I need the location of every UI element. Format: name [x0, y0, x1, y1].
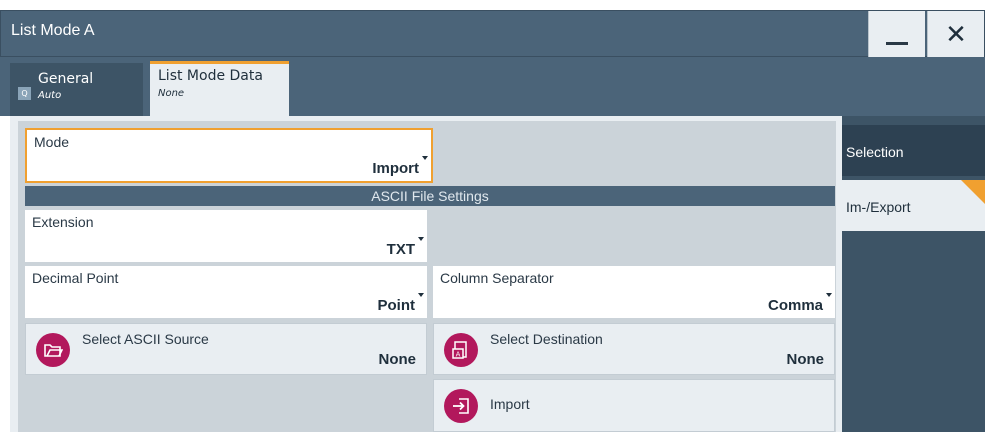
ascii-file-settings-header: ASCII File Settings — [25, 186, 835, 206]
close-icon: ✕ — [945, 19, 967, 50]
tab-list-mode-data-label: List Mode Data — [158, 68, 263, 84]
select-ascii-source-value: None — [378, 351, 417, 368]
dropdown-arrow-icon — [826, 292, 832, 297]
import-label: Import — [490, 396, 530, 412]
minimize-button[interactable] — [868, 11, 925, 58]
side-tab-selection-label: Selection — [846, 144, 904, 160]
import-button[interactable]: Import — [433, 379, 835, 432]
save-file-icon: A — [444, 333, 478, 367]
side-panel: Selection Im-/Export — [842, 116, 985, 432]
folder-open-icon — [36, 333, 70, 367]
dropdown-arrow-icon — [422, 156, 428, 160]
dropdown-arrow-icon — [418, 292, 424, 297]
tab-general-sublabel: Auto — [38, 90, 62, 101]
tab-list-mode-data-sublabel: None — [158, 88, 185, 99]
side-panel-empty — [842, 235, 985, 432]
title-bar: List Mode A ✕ — [0, 10, 985, 58]
import-icon — [444, 389, 478, 423]
select-destination-label: Select Destination — [490, 331, 603, 347]
extension-value: TXT — [386, 241, 415, 258]
tab-general-label: General — [38, 71, 94, 87]
decimal-point-label: Decimal Point — [32, 270, 119, 286]
active-corner-icon — [961, 180, 985, 204]
mode-value: Import — [372, 160, 419, 177]
select-ascii-source-button[interactable]: Select ASCII Source None — [25, 323, 427, 375]
extension-label: Extension — [32, 214, 94, 230]
select-ascii-source-label: Select ASCII Source — [82, 331, 209, 347]
tab-general[interactable]: Q General Auto — [10, 63, 143, 116]
select-destination-button[interactable]: A Select Destination None — [433, 323, 835, 375]
decimal-point-select[interactable]: Decimal Point Point — [25, 266, 427, 318]
select-destination-value: None — [786, 351, 825, 368]
q-icon: Q — [18, 87, 31, 100]
svg-text:A: A — [456, 351, 461, 359]
side-tab-selection[interactable]: Selection — [842, 125, 985, 176]
column-separator-value: Comma — [767, 297, 823, 314]
mode-label: Mode — [34, 134, 70, 150]
minimize-icon — [886, 42, 908, 45]
list-mode-window: List Mode A ✕ Q General Auto List Mode D… — [0, 0, 989, 432]
tab-list-mode-data[interactable]: List Mode Data None — [150, 61, 289, 116]
extension-select[interactable]: Extension TXT — [25, 210, 427, 262]
side-tab-im-export[interactable]: Im-/Export — [842, 180, 985, 231]
window-edge — [985, 10, 989, 432]
column-separator-label: Column Separator — [440, 270, 554, 286]
close-button[interactable]: ✕ — [927, 11, 984, 58]
dropdown-arrow-icon — [418, 236, 424, 241]
window-title: List Mode A — [11, 22, 95, 39]
side-tab-im-export-label: Im-/Export — [846, 199, 911, 215]
tab-bar: Q General Auto List Mode Data None — [0, 57, 985, 116]
column-separator-select[interactable]: Column Separator Comma — [433, 266, 835, 318]
decimal-point-value: Point — [377, 297, 416, 314]
mode-select[interactable]: Mode Import — [25, 128, 433, 183]
